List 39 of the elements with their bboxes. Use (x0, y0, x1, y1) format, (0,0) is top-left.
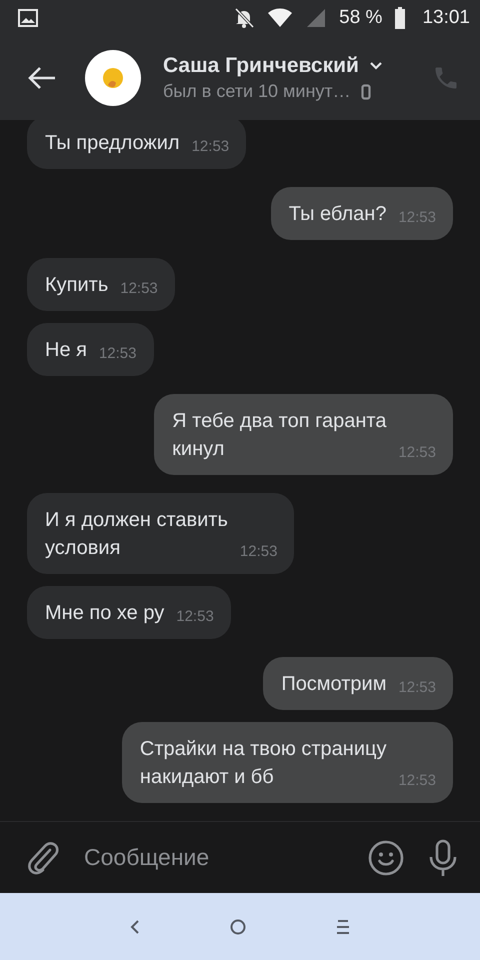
wifi-icon (267, 8, 294, 28)
contact-name[interactable]: Саша Гринчевский (163, 54, 359, 78)
chevron-down-icon[interactable] (368, 61, 383, 71)
back-arrow-icon[interactable] (27, 66, 57, 90)
message-text: Ты предложил (45, 131, 180, 156)
message-bubble[interactable]: Купить 12:53 (27, 258, 175, 311)
message-text: Страйки на твою страницу накидают и бб (140, 737, 386, 790)
image-icon (18, 9, 38, 27)
signal-icon (305, 8, 328, 28)
battery-percent: 58 % (339, 7, 382, 29)
message-time: 12:53 (120, 279, 158, 299)
message-text: Мне по хе ру (45, 601, 164, 626)
home-icon[interactable] (230, 918, 246, 934)
smiley-icon[interactable] (368, 840, 404, 876)
message-bubble[interactable]: И я должен ставить условия 12:53 (27, 493, 294, 574)
message-text: Ты еблан? (288, 202, 386, 227)
message-time: 12:53 (98, 344, 136, 364)
emoji-icon (102, 67, 124, 89)
message-text: И я должен ставить условия (45, 508, 228, 561)
message-text: Купить (45, 273, 108, 298)
last-seen-status: был в сети 10 минут… (163, 81, 351, 102)
bell-off-icon (233, 7, 256, 29)
message-bubble[interactable]: Не я 12:53 (27, 323, 154, 376)
message-bubble[interactable]: Ты предложил 12:53 (27, 120, 246, 169)
clock: 13:01 (422, 7, 470, 29)
message-text: Я тебе два топ гаранта кинул (172, 409, 386, 462)
back-icon[interactable] (130, 918, 140, 934)
message-time: 12:53 (192, 137, 230, 157)
phone-device-icon (360, 84, 371, 100)
message-time: 12:53 (240, 542, 278, 562)
menu-icon[interactable] (336, 918, 350, 934)
paperclip-icon[interactable] (26, 840, 60, 876)
message-text: Не я (45, 338, 87, 363)
message-bubble[interactable]: Мне по хе ру 12:53 (27, 586, 231, 639)
message-input[interactable]: Сообщение (84, 840, 344, 875)
message-time: 12:53 (176, 607, 214, 627)
message-text: Посмотрим (281, 672, 386, 697)
battery-icon (394, 7, 406, 29)
microphone-icon[interactable] (428, 838, 458, 876)
